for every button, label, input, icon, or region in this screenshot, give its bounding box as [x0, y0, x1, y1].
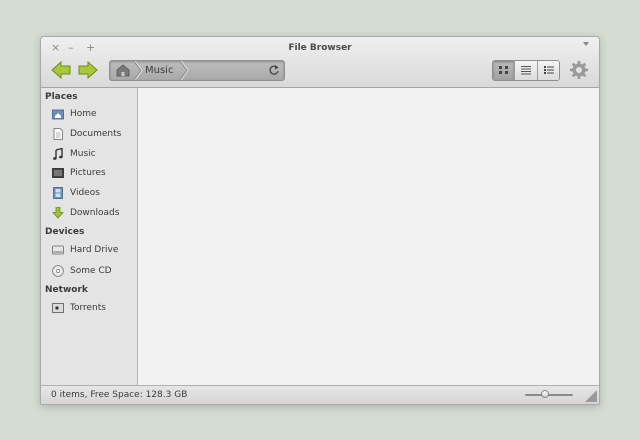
grid-icon	[499, 66, 508, 74]
sidebar-item-label: Some CD	[70, 266, 112, 276]
sidebar-item-label: Downloads	[70, 208, 120, 218]
sidebar-item-label: Documents	[70, 129, 122, 139]
sidebar-item-downloads[interactable]: Downloads	[50, 205, 136, 221]
sidebar-item-documents[interactable]: Documents	[50, 126, 136, 142]
sidebar-item-label: Videos	[70, 188, 100, 198]
list-view-button[interactable]	[514, 61, 537, 80]
hard-drive-icon	[52, 245, 64, 255]
path-home-button[interactable]	[112, 61, 134, 80]
sidebar-item-label: Music	[70, 149, 96, 159]
sidebar-item-torrents[interactable]: Torrents	[50, 300, 136, 316]
path-bar[interactable]: Music	[109, 60, 285, 81]
sidebar-item-videos[interactable]: Videos	[50, 185, 136, 201]
sidebar-item-label: Torrents	[70, 303, 106, 313]
status-text: 0 items, Free Space: 128.3 GB	[51, 390, 188, 400]
film-icon	[53, 187, 63, 199]
sidebar-item-home[interactable]: Home	[50, 106, 136, 122]
window-title: File Browser	[288, 43, 352, 53]
zoom-slider-handle[interactable]	[541, 390, 549, 398]
sidebar-item-pictures[interactable]: Pictures	[50, 165, 136, 181]
path-separator-icon	[180, 61, 189, 80]
sidebar-item-music[interactable]: Music	[50, 146, 136, 162]
file-view-area[interactable]	[138, 88, 599, 385]
sidebar-item-label: Home	[70, 109, 97, 119]
download-arrow-icon	[52, 207, 64, 219]
title-bar: × – + File Browser Music	[41, 37, 599, 88]
resize-grip-icon[interactable]	[585, 390, 597, 402]
forward-button[interactable]	[77, 59, 99, 81]
document-icon	[53, 128, 63, 140]
column-view-button[interactable]	[536, 61, 559, 80]
forward-arrow-icon	[78, 60, 98, 80]
picture-icon	[52, 168, 64, 178]
sidebar-heading-network: Network	[45, 285, 88, 295]
sidebar: Places Home Documents Music Pictures Vid…	[41, 88, 138, 385]
home-folder-icon	[52, 109, 64, 120]
gear-icon[interactable]	[569, 60, 589, 80]
sidebar-heading-places: Places	[45, 92, 78, 102]
sidebar-item-label: Pictures	[70, 168, 106, 178]
file-browser-window: × – + File Browser Music Places Home Doc…	[40, 36, 600, 405]
reload-icon[interactable]	[268, 64, 280, 76]
sidebar-item-hard-drive[interactable]: Hard Drive	[50, 242, 136, 258]
sidebar-heading-devices: Devices	[45, 227, 85, 237]
icon-view-button[interactable]	[493, 61, 515, 80]
app-menu-chevron-icon[interactable]	[583, 42, 589, 46]
zoom-slider[interactable]	[525, 390, 573, 398]
status-bar: 0 items, Free Space: 128.3 GB	[41, 385, 599, 404]
path-separator-icon	[134, 61, 143, 80]
home-icon	[116, 64, 130, 77]
sidebar-item-label: Hard Drive	[70, 245, 119, 255]
view-mode-switcher	[492, 60, 560, 81]
network-folder-icon	[52, 303, 64, 313]
cd-icon	[52, 265, 64, 277]
list-icon	[521, 66, 532, 75]
back-button[interactable]	[50, 59, 72, 81]
detail-list-icon	[543, 66, 554, 74]
music-note-icon	[53, 148, 63, 160]
back-arrow-icon	[51, 60, 71, 80]
path-crumb-music[interactable]: Music	[145, 64, 173, 77]
sidebar-item-some-cd[interactable]: Some CD	[50, 263, 136, 279]
